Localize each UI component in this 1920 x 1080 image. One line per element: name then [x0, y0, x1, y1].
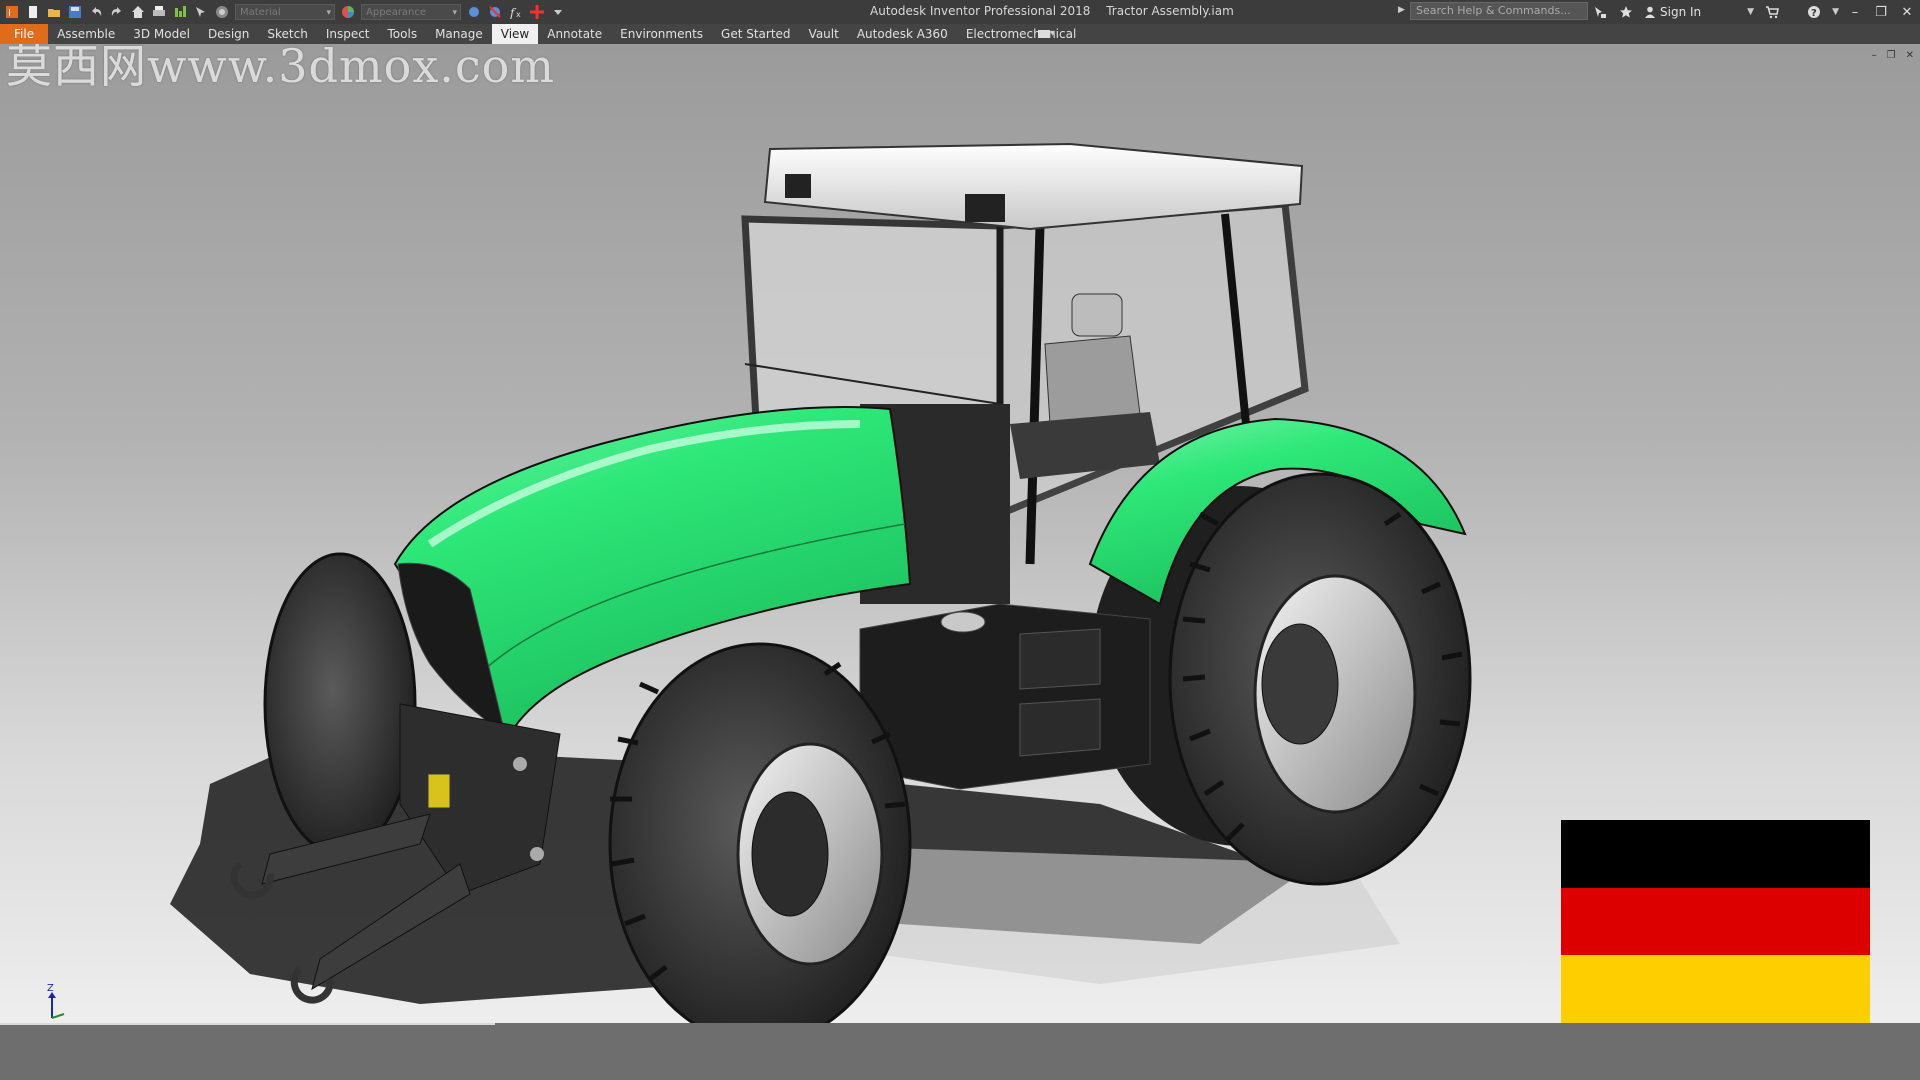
redo-icon[interactable] [109, 4, 125, 20]
parameters-icon[interactable]: fx [508, 4, 524, 20]
tab-file[interactable]: File [0, 24, 49, 44]
ribbon-tabs: File Assemble 3D Model Design Sketch Inspect T… [0, 24, 1085, 44]
tab-3d-model[interactable]: 3D Model [124, 24, 199, 44]
german-flag [1561, 820, 1870, 1023]
window-controls: – ❐ ✕ [1842, 0, 1920, 24]
viewport-minimize-icon[interactable]: – [1872, 50, 1877, 61]
undo-icon[interactable] [88, 4, 104, 20]
appearance-select[interactable]: Appearance [361, 4, 461, 21]
color-wheel-icon[interactable] [214, 4, 230, 20]
app-menu-icon[interactable]: I [4, 4, 20, 20]
app-title: Autodesk Inventor Professional 2018 [870, 4, 1091, 18]
flag-red-stripe [1561, 887, 1870, 956]
sign-in-button[interactable]: Sign In [1644, 5, 1701, 19]
tab-view[interactable]: View [491, 24, 539, 44]
tab-tools[interactable]: Tools [379, 24, 427, 44]
frame-bolt [530, 847, 544, 861]
favorites-star-icon[interactable] [1618, 4, 1634, 20]
tab-vault[interactable]: Vault [800, 24, 848, 44]
svg-text:I: I [8, 8, 11, 19]
roof-light [965, 194, 1005, 222]
title-bar: I Material Appearance fx Autodesk Invent… [0, 0, 1920, 24]
flag-gold-stripe [1561, 955, 1870, 1023]
tab-assemble[interactable]: Assemble [48, 24, 124, 44]
measure-icon[interactable] [172, 4, 188, 20]
tab-electromechanical[interactable]: Electromechanical [957, 24, 1085, 44]
sign-in-label: Sign In [1660, 5, 1702, 19]
new-file-icon[interactable] [25, 4, 41, 20]
binoculars-icon[interactable] [1592, 4, 1608, 20]
tab-autodesk-a360[interactable]: Autodesk A360 [848, 24, 957, 44]
watermark-text: 莫西网www.3dmox.com [6, 44, 555, 93]
document-title: Tractor Assembly.iam [1106, 4, 1234, 18]
adjust-appearance-icon[interactable] [466, 4, 482, 20]
open-folder-icon[interactable] [46, 4, 62, 20]
svg-text:x: x [516, 10, 521, 19]
frame-bolt [513, 757, 527, 771]
cart-icon[interactable] [1764, 4, 1780, 20]
triad-z-label: Z [47, 983, 54, 994]
titlebar-tools: Sign In ▼ ? ▼ [1592, 2, 1839, 22]
tab-design[interactable]: Design [199, 24, 258, 44]
update-icon[interactable] [529, 4, 545, 20]
fuel-tank [859, 603, 1151, 790]
ribbon-display-toggle-icon[interactable]: ▾ [1038, 27, 1060, 40]
help-icon[interactable]: ? [1806, 4, 1822, 20]
close-icon[interactable]: ✕ [1894, 0, 1920, 24]
tank-step [1019, 698, 1101, 757]
appearance-icon[interactable] [340, 4, 356, 20]
window-title: Autodesk Inventor Professional 2018 Trac… [870, 4, 1246, 18]
flag-black-stripe [1561, 820, 1870, 888]
viewport-close-icon[interactable]: ✕ [1906, 50, 1914, 61]
customize-dropdown-icon[interactable] [550, 4, 566, 20]
hydraulic-cylinder [427, 773, 451, 809]
tank-step [1019, 628, 1101, 690]
tab-manage[interactable]: Manage [426, 24, 492, 44]
tab-get-started[interactable]: Get Started [712, 24, 800, 44]
restore-icon[interactable]: ❐ [1868, 0, 1894, 24]
tab-environments[interactable]: Environments [611, 24, 712, 44]
status-divider [0, 1023, 495, 1025]
material-select[interactable]: Material [235, 4, 335, 21]
minimize-icon[interactable]: – [1842, 0, 1868, 24]
user-icon [1644, 6, 1656, 18]
tab-inspect[interactable]: Inspect [317, 24, 379, 44]
tab-sketch[interactable]: Sketch [258, 24, 316, 44]
svg-text:?: ? [1811, 8, 1817, 19]
coordinate-triad: Z [40, 982, 80, 1023]
home-icon[interactable] [130, 4, 146, 20]
ribbon-tab-bar: File Assemble 3D Model Design Sketch Inspect T… [0, 24, 1920, 44]
rear-wheel-hub [1261, 623, 1339, 745]
help-dropdown-icon[interactable]: ▼ [1832, 7, 1839, 17]
front-left-tire [263, 552, 417, 856]
tab-annotate[interactable]: Annotate [538, 24, 611, 44]
viewport-controls: – ❐ ✕ [1872, 50, 1914, 61]
graphics-viewport[interactable]: 莫西网www.3dmox.com – ❐ ✕ Z [0, 44, 1920, 1023]
search-help-input[interactable]: Search Help & Commands... [1410, 2, 1588, 20]
fuel-cap [940, 611, 986, 633]
quick-access-toolbar: I Material Appearance fx [4, 2, 566, 22]
roof-light [785, 174, 811, 198]
seat-headrest [1071, 293, 1123, 337]
front-wheel-hub [751, 791, 829, 917]
viewport-restore-icon[interactable]: ❐ [1887, 50, 1896, 61]
driver-seat [1044, 335, 1141, 425]
select-icon[interactable] [193, 4, 209, 20]
status-bar [0, 1023, 1920, 1080]
print-icon[interactable] [151, 4, 167, 20]
save-icon[interactable] [67, 4, 83, 20]
sign-in-dropdown-icon[interactable]: ▼ [1747, 7, 1754, 17]
search-expand-icon[interactable]: ▶ [1398, 5, 1405, 15]
clear-appearance-icon[interactable] [487, 4, 503, 20]
